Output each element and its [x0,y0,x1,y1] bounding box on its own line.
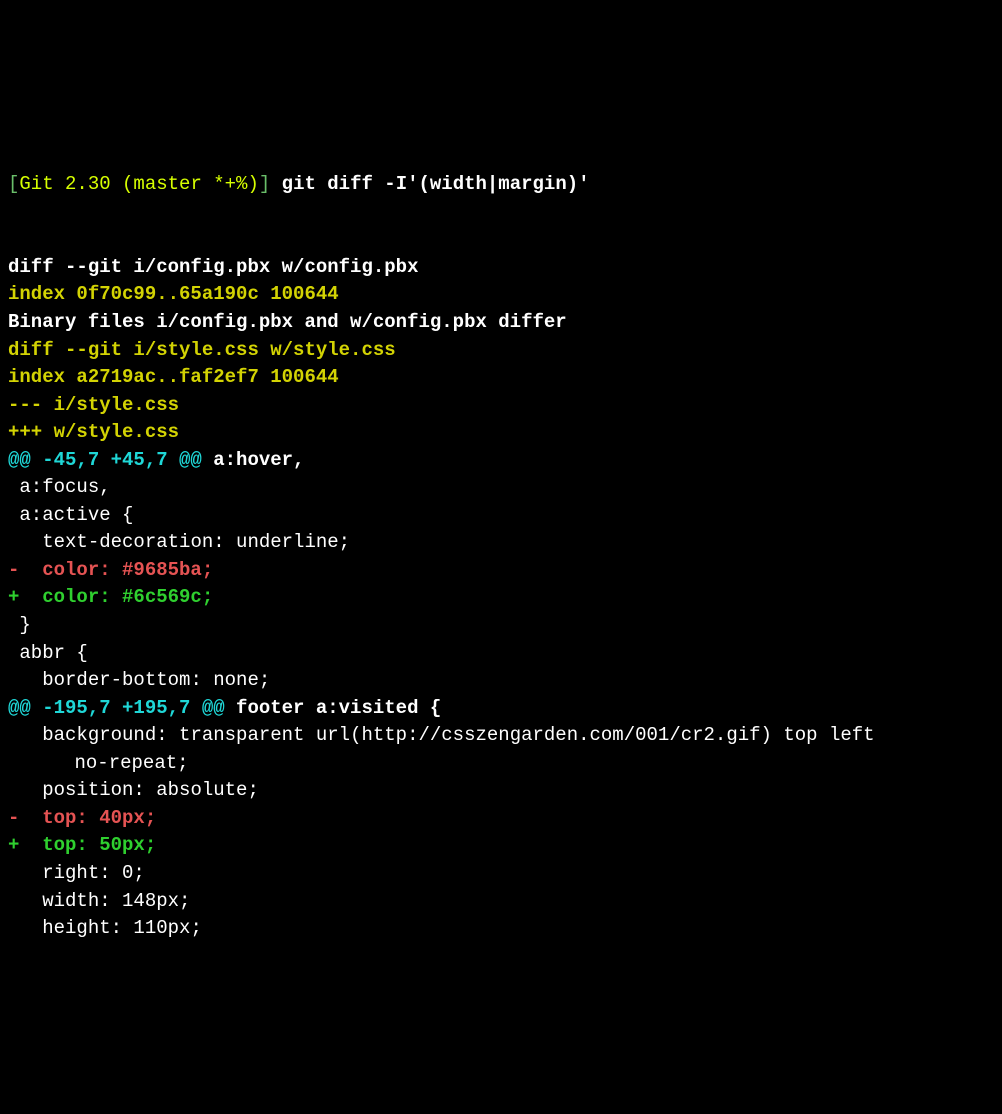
diff-context-continuation: no-repeat; [8,750,994,778]
diff-header-text: Binary files i/config.pbx and w/config.p… [8,311,567,333]
diff-line: + color: #6c569c; [8,584,994,612]
diff-hunk-tail: a:hover, [202,449,305,471]
diff-context-line: height: 110px; [8,917,202,939]
diff-removed-line: - color: #9685ba; [8,559,213,581]
diff-context-line: right: 0; [8,862,145,884]
diff-line: --- i/style.css [8,392,994,420]
diff-context-line: border-bottom: none; [8,669,270,691]
prompt-line: [Git 2.30 (master *+%)] git diff -I'(wid… [8,171,994,199]
diff-context-line: background: transparent url(http://cssze… [8,724,875,746]
diff-line: diff --git i/config.pbx w/config.pbx [8,254,994,282]
diff-line: +++ w/style.css [8,419,994,447]
diff-meta-text: index a2719ac..faf2ef7 100644 [8,366,339,388]
prompt-version: Git 2.30 [19,173,110,195]
prompt-open-bracket: [ [8,173,19,195]
diff-line: Binary files i/config.pbx and w/config.p… [8,309,994,337]
diff-line: text-decoration: underline; [8,529,994,557]
diff-context-line: position: absolute; [8,779,259,801]
diff-removed-line: - top: 40px; [8,807,156,829]
diff-context-line: } [8,614,31,636]
diff-meta-text: --- i/style.css [8,394,179,416]
diff-line: a:active { [8,502,994,530]
diff-added-line: + top: 50px; [8,834,156,856]
diff-line: a:focus, [8,474,994,502]
command-text: git diff -I'(width|margin)' [282,173,590,195]
diff-hunk-header: @@ -195,7 +195,7 @@ [8,697,225,719]
diff-line: width: 148px; [8,888,994,916]
diff-line: height: 110px; [8,915,994,943]
diff-context-line: a:focus, [8,476,111,498]
diff-line: abbr { [8,640,994,668]
diff-line: + top: 50px; [8,832,994,860]
diff-added-line: + color: #6c569c; [8,586,213,608]
prompt-close-bracket: ] [259,173,270,195]
diff-line: position: absolute; [8,777,994,805]
diff-line: border-bottom: none; [8,667,994,695]
diff-line: right: 0; [8,860,994,888]
prompt-branch: (master *+%) [122,173,259,195]
diff-context-line: text-decoration: underline; [8,531,350,553]
diff-line: index a2719ac..faf2ef7 100644 [8,364,994,392]
diff-meta-text: +++ w/style.css [8,421,179,443]
diff-hunk-header: @@ -45,7 +45,7 @@ [8,449,202,471]
diff-line: background: transparent url(http://cssze… [8,722,994,777]
diff-meta-text: index 0f70c99..65a190c 100644 [8,283,339,305]
diff-line: diff --git i/style.css w/style.css [8,337,994,365]
diff-line: index 0f70c99..65a190c 100644 [8,281,994,309]
diff-line: - top: 40px; [8,805,994,833]
diff-line: @@ -45,7 +45,7 @@ a:hover, [8,447,994,475]
diff-line: - color: #9685ba; [8,557,994,585]
terminal-output: [Git 2.30 (master *+%)] git diff -I'(wid… [8,116,994,970]
diff-line: } [8,612,994,640]
diff-header-text: diff --git i/config.pbx w/config.pbx [8,256,418,278]
diff-context-line: abbr { [8,642,88,664]
diff-meta-text: diff --git i/style.css w/style.css [8,339,396,361]
diff-hunk-tail: footer a:visited { [225,697,442,719]
diff-context-line: a:active { [8,504,133,526]
diff-line: @@ -195,7 +195,7 @@ footer a:visited { [8,695,994,723]
diff-output: diff --git i/config.pbx w/config.pbx inde… [8,254,994,943]
diff-context-line: width: 148px; [8,890,190,912]
